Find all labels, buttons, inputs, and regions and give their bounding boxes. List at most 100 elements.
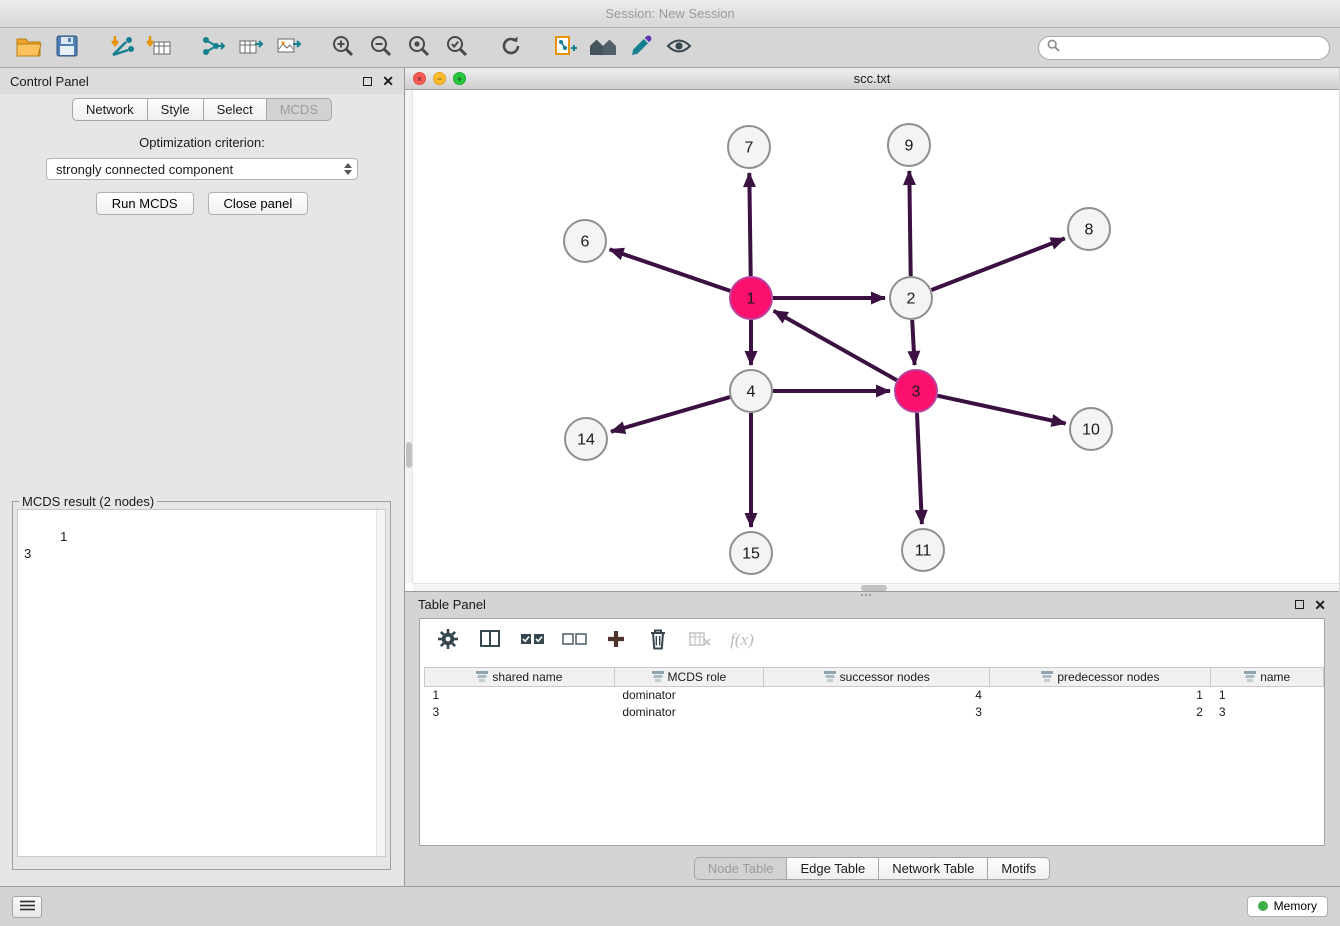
horizontal-split-handle[interactable] [861,594,871,596]
edge-2-9[interactable] [909,171,910,276]
criterion-dropdown[interactable]: strongly connected component [46,158,358,180]
unselect-all-columns-button[interactable] [558,625,590,655]
tab-network[interactable]: Network [72,98,148,121]
float-panel-icon[interactable] [363,77,372,86]
scrollbar-thumb[interactable] [861,585,887,591]
float-panel-icon[interactable] [1295,600,1304,609]
column-header-successor-nodes[interactable]: successor nodes [763,668,989,687]
close-window-icon[interactable]: × [413,72,426,85]
edge-3-11[interactable] [917,413,922,524]
tab-mcds[interactable]: MCDS [267,98,332,121]
zoom-fit-button[interactable] [400,32,438,64]
table-settings-button[interactable] [432,625,464,655]
edge-2-3[interactable] [912,320,914,365]
result-scrollbar[interactable] [376,510,385,856]
column-label: name [1260,670,1290,684]
control-panel-tabs: NetworkStyleSelectMCDS [0,98,404,121]
gear-icon [437,628,459,653]
houses-icon [588,35,618,60]
unchecked-boxes-icon [562,633,587,648]
zoom-selected-button[interactable] [438,32,476,64]
export-network-button[interactable] [194,32,232,64]
edge-3-10[interactable] [938,396,1066,424]
refresh-view-button[interactable] [492,32,530,64]
node-6[interactable]: 6 [564,220,606,262]
status-bar: Memory [0,886,1340,926]
column-sort-icon [824,671,836,685]
table-row[interactable]: 1dominator411 [425,687,1324,704]
cell-mcds-role: dominator [614,704,763,721]
run-mcds-button[interactable]: Run MCDS [96,192,194,215]
node-2[interactable]: 2 [890,277,932,319]
tab-edge-table[interactable]: Edge Table [787,857,879,880]
network-canvas[interactable]: 7 9 6 8 1 2 4 3 14 10 15 11 [405,90,1339,591]
node-4[interactable]: 4 [730,370,772,412]
tab-motifs[interactable]: Motifs [988,857,1050,880]
select-all-columns-button[interactable] [516,625,548,655]
cell-shared-name: 1 [425,687,615,704]
network-horizontal-scrollbar[interactable] [413,583,1339,591]
show-neighbors-button[interactable] [584,32,622,64]
create-column-button[interactable] [600,625,632,655]
node-3[interactable]: 3 [895,370,937,412]
tab-select[interactable]: Select [204,98,267,121]
zoom-window-icon[interactable]: + [453,72,466,85]
apply-style-button[interactable] [622,32,660,64]
node-14[interactable]: 14 [565,418,607,460]
minimize-window-icon[interactable]: − [433,72,446,85]
delete-table-button[interactable] [684,625,716,655]
node-7[interactable]: 7 [728,126,770,168]
edge-4-14[interactable] [611,397,730,432]
copy-network-button[interactable] [546,32,584,64]
function-builder-button[interactable]: f(x) [726,625,758,655]
import-table-button[interactable] [140,32,178,64]
list-icon [20,899,35,914]
column-header-name[interactable]: name [1211,668,1324,687]
column-header-mcds-role[interactable]: MCDS role [614,668,763,687]
show-hide-graphics-button[interactable] [660,32,698,64]
mcds-result-title: MCDS result (2 nodes) [19,494,157,509]
node-label: 10 [1082,422,1100,439]
tab-style[interactable]: Style [148,98,204,121]
search-input[interactable] [1065,40,1321,55]
tab-network-table[interactable]: Network Table [879,857,988,880]
node-1[interactable]: 1 [730,277,772,319]
node-11[interactable]: 11 [902,529,944,571]
delete-column-button[interactable] [642,625,674,655]
node-8[interactable]: 8 [1068,208,1110,250]
edge-1-7[interactable] [749,173,750,276]
edge-1-6[interactable] [610,249,731,291]
column-header-shared-name[interactable]: shared name [425,668,615,687]
node-15[interactable]: 15 [730,532,772,574]
network-vertical-scrollbar[interactable] [405,90,413,583]
column-header-predecessor-nodes[interactable]: predecessor nodes [990,668,1211,687]
edge-3-1[interactable] [774,311,897,380]
eye-icon [666,37,692,58]
tab-node-table[interactable]: Node Table [694,857,788,880]
close-panel-icon[interactable]: ✕ [1314,600,1326,610]
import-network-button[interactable] [102,32,140,64]
save-session-button[interactable] [48,32,86,64]
search-field[interactable] [1038,36,1330,60]
edge-2-8[interactable] [932,238,1065,290]
export-image-button[interactable] [270,32,308,64]
column-label: predecessor nodes [1057,670,1159,684]
plus-icon [607,630,625,651]
memory-button[interactable]: Memory [1247,896,1328,917]
table-row[interactable]: 3dominator323 [425,704,1324,721]
ui-settings-button[interactable] [12,896,42,918]
close-panel-button[interactable]: Close panel [208,192,309,215]
export-table-button[interactable] [232,32,270,64]
mcds-result-list[interactable]: 1 3 [17,509,386,857]
zoom-in-button[interactable] [324,32,362,64]
scrollbar-thumb[interactable] [406,442,412,468]
zoom-out-button[interactable] [362,32,400,64]
node-9[interactable]: 9 [888,124,930,166]
optimization-criterion-label: Optimization criterion: [0,135,404,150]
close-panel-icon[interactable]: ✕ [382,76,394,86]
zoom-out-icon [369,34,393,61]
open-session-button[interactable] [10,32,48,64]
node-10[interactable]: 10 [1070,408,1112,450]
columns-icon [480,630,500,650]
show-column-button[interactable] [474,625,506,655]
